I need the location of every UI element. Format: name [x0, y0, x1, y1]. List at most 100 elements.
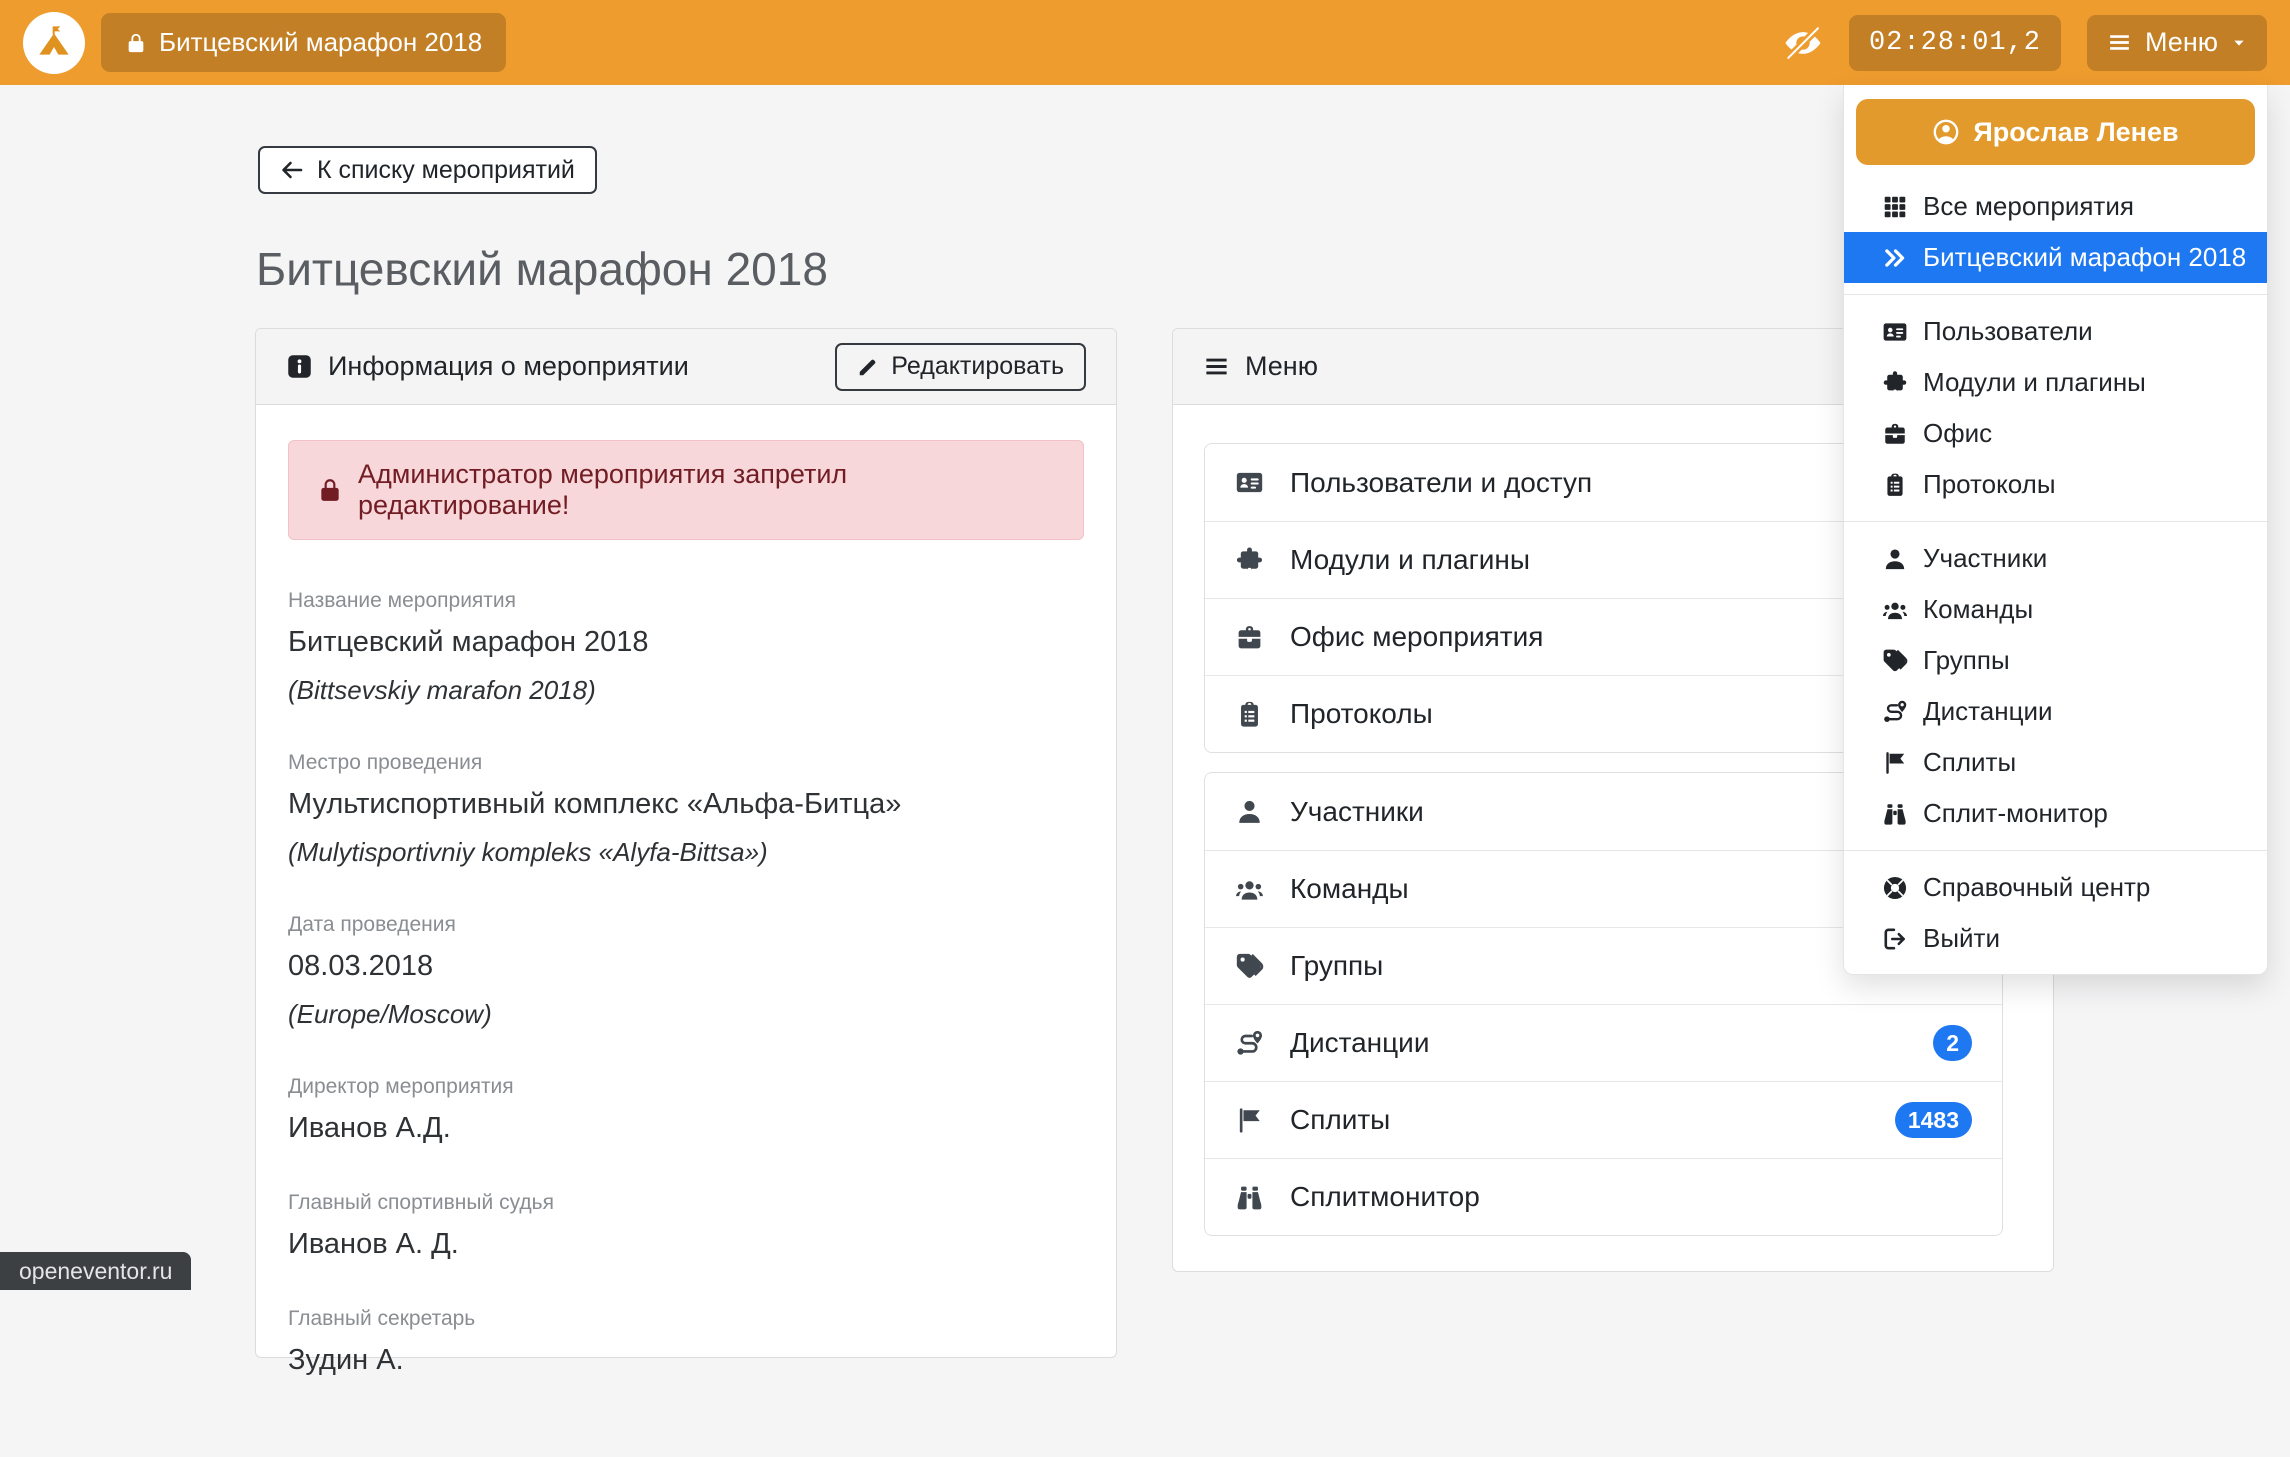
briefcase-icon: [1882, 421, 1908, 447]
menu-item-label: Сплиты: [1290, 1104, 1390, 1136]
menu-item-label: Группы: [1290, 950, 1383, 982]
event-field: Название мероприятия Битцевский марафон 2…: [288, 588, 1084, 706]
field-label: Местро проведения: [288, 750, 1084, 776]
menu-item[interactable]: Дистанции2: [1205, 1004, 2002, 1081]
edit-forbidden-alert: Администратор мероприятия запретил редак…: [288, 440, 1084, 540]
current-event-badge[interactable]: Битцевский марафон 2018: [101, 13, 506, 72]
dropdown-item-active[interactable]: Битцевский марафон 2018: [1844, 232, 2267, 283]
angles-right-icon: [1882, 245, 1908, 271]
life-ring-icon: [1882, 875, 1908, 901]
dropdown-item-label: Справочный центр: [1923, 872, 2150, 903]
status-url-tooltip: openeventor.ru: [0, 1252, 191, 1290]
field-value: Мультиспортивный комплекс «Альфа-Битца»: [288, 786, 1084, 822]
dropdown-item-label: Битцевский марафон 2018: [1923, 242, 2246, 273]
route-icon: [1882, 699, 1908, 725]
arrow-left-icon: [280, 158, 304, 182]
briefcase-icon: [1235, 623, 1264, 652]
users-icon: [1882, 597, 1908, 623]
dropdown-item[interactable]: Дистанции: [1844, 686, 2267, 737]
navbar-right: 02:28:01,2 Меню: [1783, 15, 2267, 71]
dropdown-item[interactable]: Модули и плагины: [1844, 357, 2267, 408]
event-field: Главный секретарь Зудин А.: [288, 1306, 1084, 1378]
dropdown-item[interactable]: Сплиты: [1844, 737, 2267, 788]
field-label: Дата проведения: [288, 912, 1084, 938]
edit-event-button[interactable]: Редактировать: [835, 343, 1086, 391]
event-field: Директор мероприятияИванов А.Д.: [288, 1074, 1084, 1146]
dropdown-item[interactable]: Участники: [1844, 533, 2267, 584]
user-circle-icon: [1932, 118, 1960, 146]
dropdown-item-label: Дистанции: [1923, 696, 2053, 727]
menu-item[interactable]: Сплиты1483: [1205, 1081, 2002, 1158]
field-label: Главный секретарь: [288, 1306, 1084, 1332]
alert-text: Администратор мероприятия запретил редак…: [358, 459, 1055, 521]
puzzle-icon: [1882, 370, 1908, 396]
eye-slash-icon[interactable]: [1783, 23, 1823, 63]
app-logo[interactable]: [23, 12, 85, 74]
user-profile-button[interactable]: Ярослав Ленев: [1856, 99, 2255, 165]
id-card-icon: [1882, 319, 1908, 345]
event-timer[interactable]: 02:28:01,2: [1849, 15, 2061, 71]
dropdown-item[interactable]: Протоколы: [1844, 459, 2267, 510]
binoculars-icon: [1882, 801, 1908, 827]
back-to-events-button[interactable]: К списку мероприятий: [258, 146, 597, 194]
pencil-icon: [857, 356, 879, 378]
bars-icon: [2107, 30, 2132, 55]
lock-icon: [125, 32, 147, 54]
field-value: Битцевский марафон 2018: [288, 624, 1084, 660]
field-value: Зудин А.: [288, 1342, 1084, 1378]
dropdown-sections: Все мероприятия Битцевский марафон 2018 По…: [1844, 181, 2267, 964]
event-info-card: Информация о мероприятии Редактировать А…: [255, 328, 1117, 1358]
dropdown-item[interactable]: Все мероприятия: [1844, 181, 2267, 232]
bars-icon: [1203, 353, 1230, 380]
dropdown-item[interactable]: Сплит-монитор: [1844, 788, 2267, 839]
flag-icon: [1235, 1106, 1264, 1135]
dropdown-item-label: Пользователи: [1923, 316, 2093, 347]
event-fields: Название мероприятия Битцевский марафон 2…: [288, 588, 1084, 1378]
grid-icon: [1882, 194, 1908, 220]
menu-item-label: Протоколы: [1290, 698, 1433, 730]
dropdown-item[interactable]: Выйти: [1844, 913, 2267, 964]
dropdown-item-label: Все мероприятия: [1923, 191, 2134, 222]
clipboard-icon: [1882, 472, 1908, 498]
field-label: Главный спортивный судья: [288, 1190, 1084, 1216]
menu-item-label: Участники: [1290, 796, 1424, 828]
dropdown-item-label: Команды: [1923, 594, 2033, 625]
event-menu-card-title: Меню: [1245, 351, 1318, 382]
menu-button-label: Меню: [2145, 27, 2218, 58]
field-value: Иванов А. Д.: [288, 1226, 1084, 1262]
tags-icon: [1235, 952, 1264, 981]
dropdown-item[interactable]: Команды: [1844, 584, 2267, 635]
tent-icon: [34, 23, 74, 63]
sign-out-icon: [1882, 926, 1908, 952]
menu-item-label: Сплитмонитор: [1290, 1181, 1480, 1213]
tags-icon: [1882, 648, 1908, 674]
dropdown-item[interactable]: Группы: [1844, 635, 2267, 686]
dropdown-item[interactable]: Офис: [1844, 408, 2267, 459]
clipboard-icon: [1235, 700, 1264, 729]
binoculars-icon: [1235, 1183, 1264, 1212]
field-label: Название мероприятия: [288, 588, 1084, 614]
event-field: Местро проведения Мультиспортивный компле…: [288, 750, 1084, 868]
count-badge: 2: [1933, 1025, 1972, 1061]
dropdown-item-label: Участники: [1923, 543, 2047, 574]
dropdown-item-label: Модули и плагины: [1923, 367, 2146, 398]
menu-dropdown-panel: Ярослав Ленев Все мероприятия Битцевский …: [1843, 85, 2268, 975]
event-info-card-header: Информация о мероприятии Редактировать: [256, 329, 1116, 405]
event-field: Дата проведения08.03.2018(Europe/Moscow): [288, 912, 1084, 1030]
menu-item[interactable]: Сплитмонитор: [1205, 1158, 2002, 1235]
dropdown-item-label: Офис: [1923, 418, 1992, 449]
top-navbar: Битцевский марафон 2018 02:28:01,2 Меню: [0, 0, 2290, 85]
caret-down-icon: [2231, 35, 2247, 51]
puzzle-icon: [1235, 546, 1264, 575]
route-icon: [1235, 1029, 1264, 1058]
dropdown-item[interactable]: Пользователи: [1844, 306, 2267, 357]
users-icon: [1235, 875, 1264, 904]
dropdown-divider: [1844, 850, 2267, 851]
menu-item-label: Пользователи и доступ: [1290, 467, 1592, 499]
lock-icon: [317, 477, 343, 503]
dropdown-item[interactable]: Справочный центр: [1844, 862, 2267, 913]
event-info-body: Администратор мероприятия запретил редак…: [256, 405, 1116, 1457]
current-event-label: Битцевский марафон 2018: [159, 27, 482, 58]
dropdown-divider: [1844, 294, 2267, 295]
menu-dropdown-button[interactable]: Меню: [2087, 15, 2267, 71]
